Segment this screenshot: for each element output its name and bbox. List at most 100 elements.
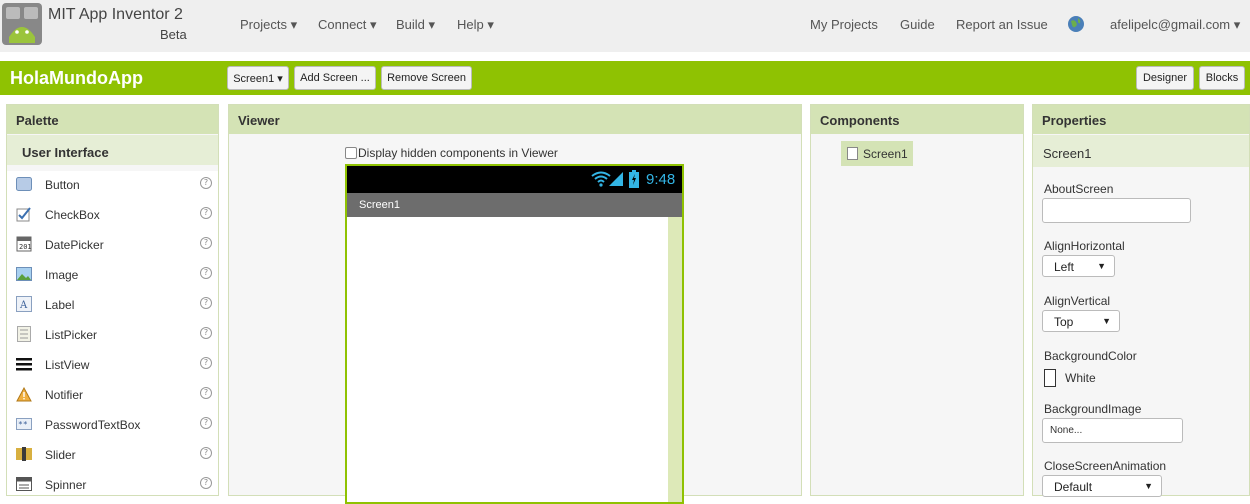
checkbox-icon — [16, 206, 32, 222]
components-panel: Components Screen1 — [810, 104, 1024, 496]
svg-text:201: 201 — [19, 243, 32, 251]
help-icon[interactable]: ? — [200, 177, 212, 189]
dropdown-arrow-icon: ▼ — [1144, 481, 1153, 491]
palette-item-image[interactable]: Image ? — [7, 261, 218, 291]
palette-item-datepicker[interactable]: 201 DatePicker ? — [7, 231, 218, 261]
project-name: HolaMundoApp — [10, 68, 143, 88]
help-icon[interactable]: ? — [200, 207, 212, 219]
wifi-icon — [591, 171, 611, 187]
viewer-title: Viewer — [229, 105, 801, 134]
palette-list: Button ? CheckBox ? 201 DatePicker ? Ima… — [7, 171, 218, 495]
palette-item-label: Button — [45, 178, 80, 192]
menu-connect[interactable]: Connect ▾ — [318, 17, 377, 33]
phone-clock: 9:48 — [646, 171, 676, 188]
close-screen-animation-value: Default — [1054, 480, 1093, 494]
designer-button[interactable]: Designer — [1136, 66, 1194, 90]
palette-item-label: Image — [45, 268, 79, 282]
help-icon[interactable]: ? — [200, 297, 212, 309]
svg-text:**: ** — [18, 420, 28, 429]
close-screen-animation-select[interactable]: Default ▼ — [1042, 475, 1162, 497]
palette-item-checkbox[interactable]: CheckBox ? — [7, 201, 218, 231]
listview-icon — [16, 356, 32, 372]
listpicker-icon — [16, 326, 32, 342]
align-horizontal-value: Left — [1054, 260, 1075, 274]
palette-category-user-interface[interactable]: User Interface — [7, 135, 218, 165]
component-label: Screen1 — [863, 146, 908, 161]
blocks-button[interactable]: Blocks — [1199, 66, 1245, 90]
palette-item-button[interactable]: Button ? — [7, 171, 218, 201]
help-icon[interactable]: ? — [200, 417, 212, 429]
palette-item-listpicker[interactable]: ListPicker ? — [7, 321, 218, 351]
display-hidden-toggle[interactable]: Display hidden components in Viewer — [345, 146, 558, 160]
image-icon — [16, 266, 32, 282]
phone-screen-title: Screen1 — [347, 193, 682, 217]
background-image-picker[interactable]: None... — [1042, 418, 1183, 443]
palette-item-label: PasswordTextBox — [45, 418, 141, 432]
properties-panel: Properties Screen1 AboutScreen AlignHori… — [1032, 104, 1250, 497]
help-icon[interactable]: ? — [200, 477, 212, 489]
spinner-icon — [16, 476, 32, 492]
dropdown-arrow-icon: ▼ — [1097, 261, 1106, 271]
align-vertical-select[interactable]: Top ▼ — [1042, 310, 1120, 332]
menu-projects[interactable]: Projects ▾ — [240, 17, 297, 33]
palette-item-label: Notifier — [45, 388, 84, 402]
align-horizontal-select[interactable]: Left ▼ — [1042, 255, 1115, 277]
checkbox[interactable] — [345, 147, 357, 159]
component-tree-item-screen1[interactable]: Screen1 — [841, 141, 913, 166]
passwordtextbox-icon: ** — [16, 416, 32, 432]
help-icon[interactable]: ? — [200, 447, 212, 459]
align-horizontal-label: AlignHorizontal — [1044, 239, 1125, 253]
menu-build[interactable]: Build ▾ — [396, 17, 435, 33]
project-toolbar — [0, 61, 1250, 95]
properties-component-name: Screen1 — [1033, 135, 1249, 167]
help-icon[interactable]: ? — [200, 387, 212, 399]
palette-item-notifier[interactable]: Notifier ? — [7, 381, 218, 411]
help-icon[interactable]: ? — [200, 267, 212, 279]
app-subtitle: Beta — [160, 27, 187, 42]
screen-select[interactable]: Screen1 ▾ — [227, 66, 289, 90]
palette-item-slider[interactable]: Slider ? — [7, 441, 218, 471]
dropdown-arrow-icon: ▼ — [1102, 316, 1111, 326]
palette-item-label: Label — [45, 298, 75, 312]
background-image-label: BackgroundImage — [1044, 402, 1142, 416]
link-guide[interactable]: Guide — [900, 17, 935, 32]
link-report-issue[interactable]: Report an Issue — [956, 17, 1048, 32]
globe-icon[interactable] — [1067, 15, 1085, 33]
align-vertical-value: Top — [1054, 315, 1074, 329]
components-title: Components — [811, 105, 1023, 134]
datepicker-icon: 201 — [16, 236, 32, 252]
background-color-label: BackgroundColor — [1044, 349, 1137, 363]
label-icon: A — [16, 296, 32, 312]
menu-help[interactable]: Help ▾ — [457, 17, 494, 33]
palette-item-spinner[interactable]: Spinner ? — [7, 471, 218, 501]
remove-screen-button[interactable]: Remove Screen — [381, 66, 472, 90]
add-screen-button[interactable]: Add Screen ... — [294, 66, 376, 90]
about-screen-textarea[interactable] — [1042, 198, 1191, 223]
battery-icon — [629, 170, 639, 188]
notifier-icon — [16, 386, 32, 402]
palette-item-label: ListPicker — [45, 328, 98, 342]
button-icon — [16, 176, 32, 192]
top-bar: MIT App Inventor 2 Beta Projects ▾ Conne… — [0, 0, 1250, 52]
palette-item-listview[interactable]: ListView ? — [7, 351, 218, 381]
color-swatch — [1044, 369, 1056, 387]
app-title: MIT App Inventor 2 — [48, 6, 183, 23]
align-vertical-label: AlignVertical — [1044, 294, 1111, 308]
app-inventor-logo[interactable] — [2, 3, 42, 45]
user-menu[interactable]: afelipelc@gmail.com ▾ — [1110, 17, 1240, 33]
help-icon[interactable]: ? — [200, 357, 212, 369]
screen-icon — [847, 147, 858, 160]
display-hidden-label: Display hidden components in Viewer — [358, 146, 558, 160]
palette-item-label: CheckBox — [45, 208, 100, 222]
palette-item-passwordtextbox[interactable]: ** PasswordTextBox ? — [7, 411, 218, 441]
help-icon[interactable]: ? — [200, 327, 212, 339]
palette-item-label: DatePicker — [45, 238, 104, 252]
palette-item-label[interactable]: A Label ? — [7, 291, 218, 321]
phone-scrollbar[interactable] — [668, 217, 682, 502]
palette-item-label: ListView — [45, 358, 90, 372]
background-color-picker[interactable]: White — [1044, 369, 1096, 387]
palette-item-label: Slider — [45, 448, 76, 462]
close-screen-animation-label: CloseScreenAnimation — [1044, 459, 1167, 473]
help-icon[interactable]: ? — [200, 237, 212, 249]
link-my-projects[interactable]: My Projects — [810, 17, 878, 32]
